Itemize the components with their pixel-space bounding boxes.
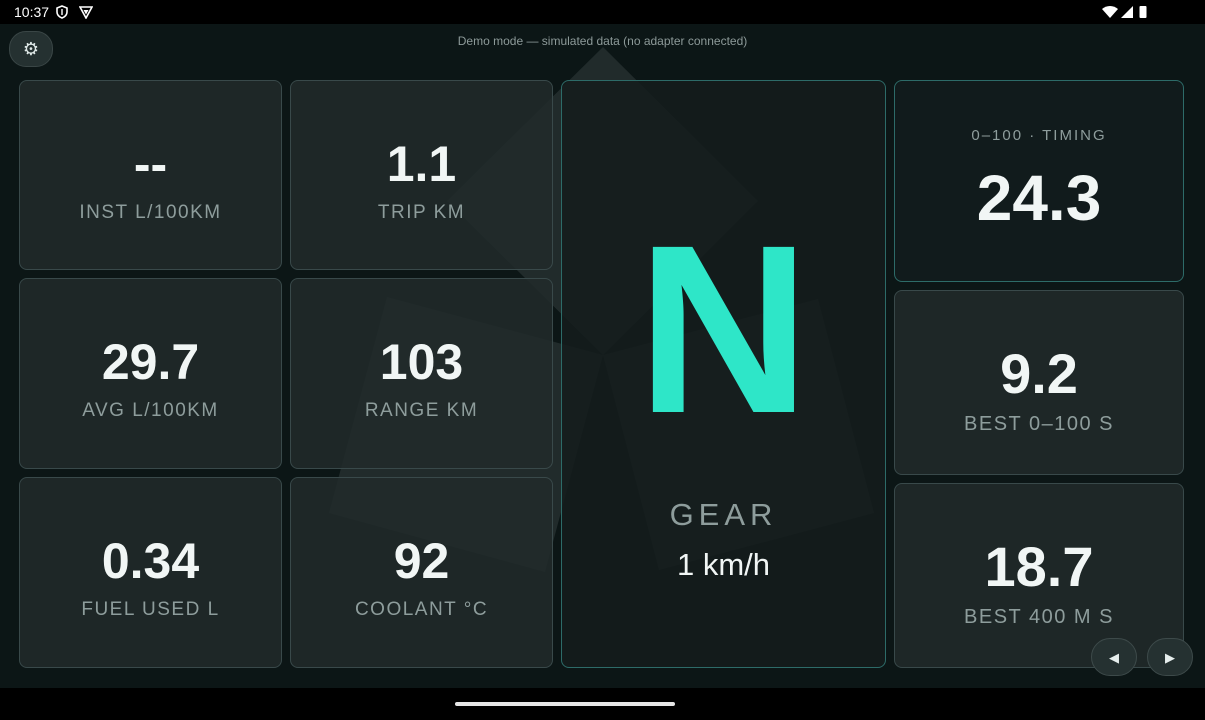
tile-label: FUEL USED L bbox=[81, 599, 220, 620]
tile-label: AVG L/100KM bbox=[82, 400, 219, 421]
cell-signal-icon bbox=[1121, 6, 1133, 18]
tile-value: 103 bbox=[379, 334, 464, 390]
next-page-button[interactable]: ▶ bbox=[1147, 638, 1193, 676]
tile-inst-consumption: -- INST L/100KM bbox=[19, 80, 282, 270]
prev-page-button[interactable]: ◀ bbox=[1091, 638, 1137, 676]
tile-value: 1.1 bbox=[386, 136, 457, 192]
speed-readout: 1 km/h bbox=[676, 547, 771, 582]
tile-best-400m: 18.7 BEST 400 M S bbox=[894, 483, 1184, 668]
status-time: 10:37 bbox=[14, 4, 50, 20]
tile-label: BEST 400 M S bbox=[964, 606, 1114, 628]
tile-avg-consumption: 29.7 AVG L/100KM bbox=[19, 278, 282, 469]
tile-range-km: 103 RANGE KM bbox=[290, 278, 553, 469]
tile-fuel-used: 0.34 FUEL USED L bbox=[19, 477, 282, 668]
gear-label: GEAR bbox=[669, 497, 778, 532]
tile-value: 9.2 bbox=[1000, 342, 1078, 405]
tile-value: 29.7 bbox=[101, 334, 200, 390]
tile-trip-km: 1.1 TRIP KM bbox=[290, 80, 553, 270]
shield-icon bbox=[56, 5, 68, 19]
tile-label: COOLANT °C bbox=[354, 599, 489, 620]
demo-mode-banner: Demo mode — simulated data (no adapter c… bbox=[457, 34, 748, 48]
home-gesture-handle[interactable] bbox=[455, 702, 675, 706]
tile-value: -- bbox=[133, 136, 168, 192]
battery-icon bbox=[1139, 6, 1147, 18]
timing-title: 0–100 · TIMING bbox=[971, 127, 1107, 144]
tile-label: BEST 0–100 S bbox=[964, 413, 1114, 435]
timing-tile: 0–100 · TIMING 24.3 bbox=[894, 80, 1184, 282]
tile-value: 0.34 bbox=[101, 533, 200, 589]
navigation-bar bbox=[0, 688, 1205, 720]
chevron-left-icon: ◀ bbox=[1109, 650, 1119, 665]
tile-label: INST L/100KM bbox=[79, 202, 222, 223]
vpn-icon bbox=[79, 6, 93, 19]
tile-best-0-100: 9.2 BEST 0–100 S bbox=[894, 290, 1184, 475]
chevron-right-icon: ▶ bbox=[1165, 650, 1175, 665]
tile-value: 92 bbox=[393, 533, 450, 589]
wifi-icon bbox=[1102, 6, 1118, 18]
gear-indicator: N bbox=[636, 195, 811, 463]
tile-label: RANGE KM bbox=[364, 400, 479, 421]
tile-value: 18.7 bbox=[984, 535, 1094, 598]
timing-value: 24.3 bbox=[976, 162, 1102, 234]
gear-tile: N GEAR 1 km/h bbox=[561, 80, 886, 668]
tile-label: TRIP KM bbox=[377, 202, 466, 223]
dashboard-app: ⚙ Demo mode — simulated data (no adapter… bbox=[0, 24, 1205, 688]
status-bar: 10:37 bbox=[0, 0, 1205, 24]
tile-coolant-temp: 92 COOLANT °C bbox=[290, 477, 553, 668]
